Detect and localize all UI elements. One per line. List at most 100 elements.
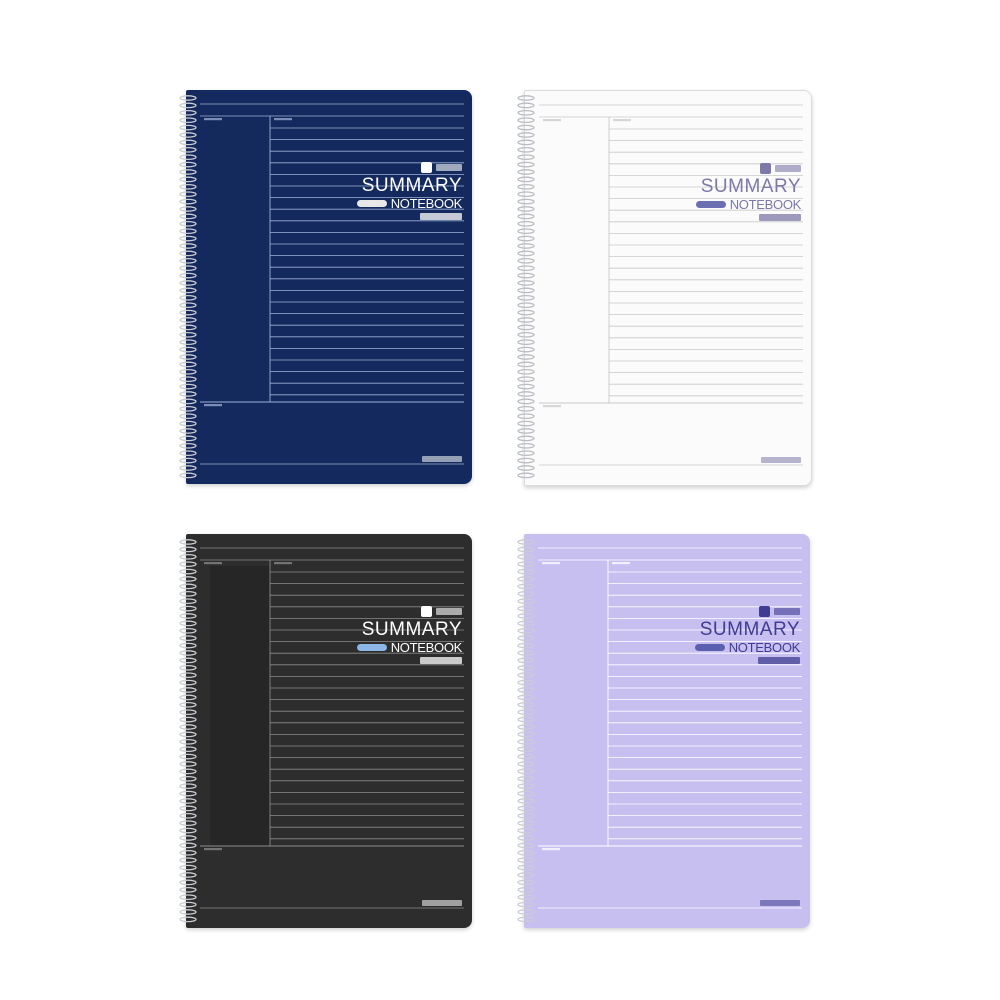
footer-brand-mark — [422, 900, 462, 906]
spiral-coil — [179, 901, 197, 908]
notebook-cover: SUMMARY NOTEBOOK — [186, 90, 472, 484]
spiral-coil — [517, 428, 535, 434]
spiral-coil — [179, 731, 197, 738]
spiral-coil — [179, 243, 197, 249]
spiral-coil — [517, 183, 535, 190]
spiral-coil — [179, 916, 197, 923]
spiral-coil — [179, 317, 197, 323]
spiral-coil — [179, 109, 197, 116]
spiral-coil — [517, 879, 535, 886]
spiral-coil — [179, 546, 197, 553]
spiral-coil — [517, 442, 535, 449]
spiral-coil — [179, 272, 197, 279]
spiral-coil — [517, 635, 535, 642]
spiral-coil — [517, 820, 535, 827]
spiral-coil — [517, 672, 535, 679]
notebook-cover: SUMMARY NOTEBOOK — [186, 534, 472, 928]
spiral-coil — [179, 428, 197, 434]
spiral-coil — [179, 361, 197, 368]
spiral-coil — [517, 679, 535, 686]
spiral-coil — [179, 420, 197, 427]
spiral-coil — [517, 317, 535, 323]
spiral-coil — [517, 176, 535, 183]
spiral-coil — [179, 820, 197, 827]
spiral-coil — [517, 620, 535, 627]
cover-branding: SUMMARY NOTEBOOK — [661, 161, 801, 221]
cover-badge — [356, 200, 387, 207]
cover-korean-label — [420, 213, 462, 220]
spiral-coil — [179, 805, 197, 812]
cover-badge — [695, 201, 726, 208]
spiral-coil — [517, 117, 535, 124]
spiral-coil — [179, 709, 197, 716]
spiral-coil — [517, 709, 535, 716]
spiral-coil — [517, 724, 535, 730]
cover-title: SUMMARY — [361, 175, 462, 196]
notebook-navy: SUMMARY NOTEBOOK — [178, 88, 474, 486]
spiral-coil — [179, 324, 197, 331]
spiral-coil — [517, 864, 535, 871]
spiral-coil — [179, 738, 197, 745]
notebook-cover: SUMMARY NOTEBOOK — [524, 90, 812, 486]
spiral-coil — [179, 95, 197, 101]
cover-korean-label — [759, 214, 801, 221]
spiral-coil — [179, 561, 197, 568]
spiral-coil — [517, 827, 535, 834]
spiral-coil — [517, 435, 535, 442]
spiral-coil — [179, 746, 197, 753]
spiral-coil — [517, 139, 535, 146]
spiral-coil — [179, 642, 197, 649]
spiral-coil — [179, 265, 197, 272]
spiral-coil — [517, 339, 535, 346]
cover-subtitle: NOTEBOOK — [728, 640, 801, 655]
spiral-coil — [179, 894, 197, 901]
spiral-coil — [517, 650, 535, 656]
spiral-coil — [517, 687, 535, 693]
brand-logo-text — [436, 607, 462, 615]
cornell-lines — [525, 91, 811, 485]
spiral-coil — [517, 738, 535, 745]
brand-logo-text — [774, 607, 800, 615]
spiral-coil — [179, 102, 197, 109]
spiral-coil — [179, 183, 197, 190]
spiral-coil — [179, 672, 197, 679]
spiral-coil — [517, 109, 535, 116]
spiral-coil — [517, 398, 535, 405]
spiral-coil — [179, 228, 197, 235]
cover-korean-label — [758, 657, 800, 664]
spiral-coil — [517, 849, 535, 856]
spiral-coil — [517, 812, 535, 819]
spiral-coil — [517, 694, 535, 701]
spiral-coil — [517, 761, 535, 767]
spiral-coil — [517, 354, 535, 360]
spiral-coil — [179, 124, 197, 131]
spiral-coil — [517, 191, 535, 198]
spiral-coil — [517, 909, 535, 915]
spiral-coil — [517, 872, 535, 878]
spiral-coil — [517, 568, 535, 575]
footer-brand-mark — [760, 900, 800, 906]
spiral-coil — [179, 590, 197, 597]
spiral-coil — [179, 701, 197, 708]
spiral-coil — [179, 398, 197, 405]
spiral-coil — [179, 465, 197, 471]
spiral-coil — [179, 435, 197, 442]
spiral-coil — [517, 894, 535, 901]
spiral-coil — [517, 768, 535, 775]
footer-brand-mark — [761, 457, 801, 463]
spiral-coil — [517, 331, 535, 338]
notebook-cover: SUMMARY NOTEBOOK — [524, 534, 810, 928]
cover-subtitle: NOTEBOOK — [390, 640, 463, 655]
spiral-coil — [179, 539, 197, 545]
spiral-coil — [179, 294, 197, 301]
spiral-binding — [516, 94, 536, 480]
spiral-coil — [179, 553, 197, 560]
spiral-coil — [517, 576, 535, 582]
spiral-coil — [179, 790, 197, 797]
spiral-coil — [517, 220, 535, 227]
spiral-coil — [517, 731, 535, 738]
spiral-coil — [179, 280, 197, 286]
spiral-coil — [179, 139, 197, 146]
spiral-coil — [517, 413, 535, 420]
cover-branding: SUMMARY NOTEBOOK — [660, 604, 800, 664]
